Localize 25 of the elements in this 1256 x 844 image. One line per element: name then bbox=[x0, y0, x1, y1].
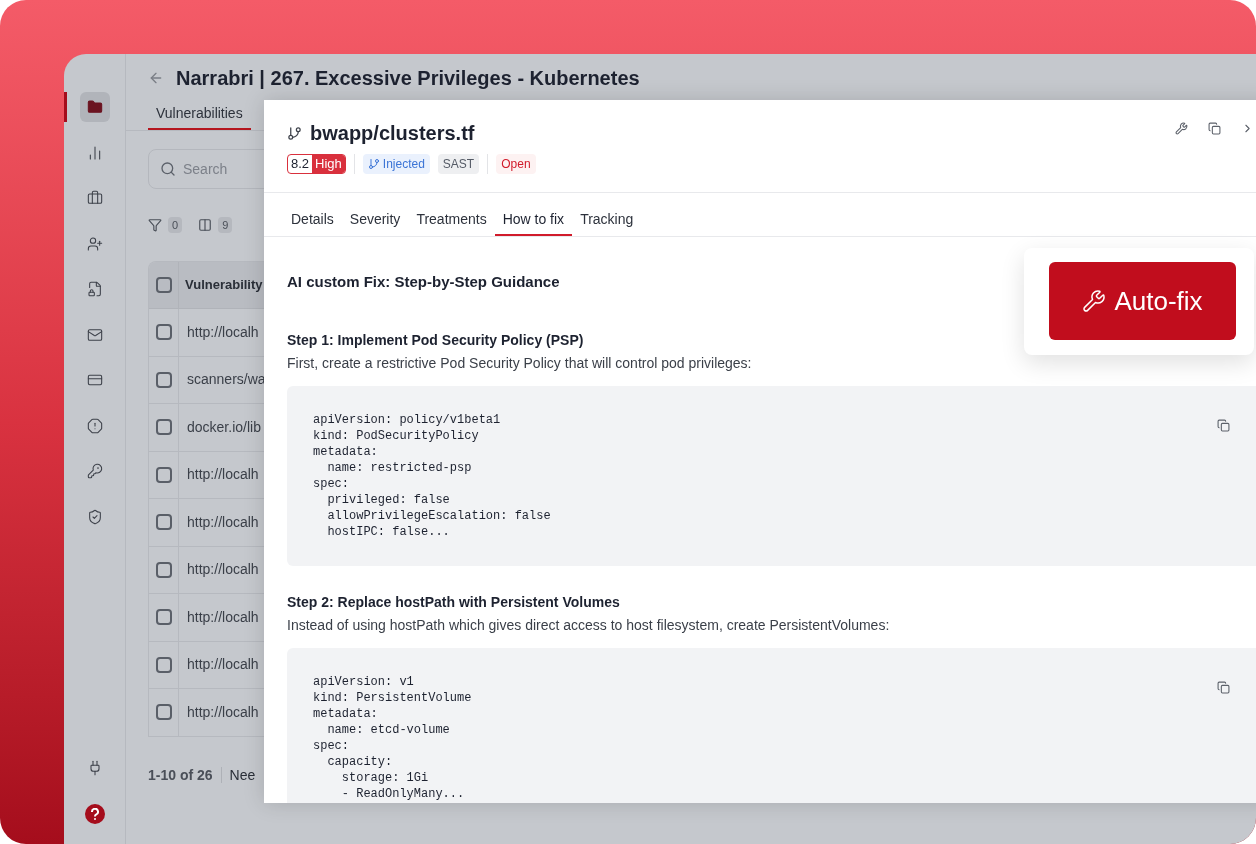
table-cell-text: scanners/wa bbox=[186, 370, 266, 390]
step-title: Step 2: Replace hostPath with Persistent Volumes bbox=[287, 592, 621, 612]
table-cell-text: http://localh bbox=[186, 702, 259, 722]
code-text: apiVersion: v1 kind: PersistentVolume metadata: name: etcd-volume spec: capacity: storage: 1Gi - ReadOnlyMany... bbox=[313, 673, 472, 802]
tag: SAST bbox=[437, 154, 480, 174]
table-cell-text: docker.io/lib bbox=[186, 417, 261, 437]
guide-heading: AI custom Fix: Step-by-Step Guidance bbox=[287, 272, 561, 292]
tag: Injected bbox=[362, 154, 430, 174]
severity-badge: 8.2 High bbox=[287, 154, 346, 174]
footer-text: Nee bbox=[229, 765, 256, 785]
page-title: Narrabri | 267. Excessive Privileges - Kubernetes bbox=[176, 66, 640, 91]
table-cell-text: http://localh bbox=[186, 322, 259, 342]
pagination-range: 1-10 of 26 bbox=[148, 765, 213, 785]
code-text: apiVersion: policy/v1beta1 kind: PodSecurityPolicy metadata: name: restricted-psp spec: privileged: false allowPrivilegeEscalation: false hostIPC: false... bbox=[313, 411, 551, 540]
drawer-title: bwapp/clusters.tf bbox=[310, 121, 475, 146]
table-cell-text: http://localh bbox=[186, 465, 259, 485]
step-description: First, create a restrictive Pod Security Policy that will control pod privileges: bbox=[287, 353, 753, 373]
table-cell-text: http://localh bbox=[186, 560, 259, 580]
table-cell-text: http://localh bbox=[186, 512, 259, 532]
table-cell-text: http://localh bbox=[186, 607, 259, 627]
table-cell-text: http://localh bbox=[186, 655, 259, 675]
column-header: Vulnerability bbox=[184, 276, 263, 295]
tag: Open bbox=[496, 154, 536, 174]
step-description: Instead of using hostPath which gives direct access to host filesystem, create PersistentVolumes: bbox=[287, 615, 891, 635]
step-title: Step 1: Implement Pod Security Policy (PSP) bbox=[287, 330, 585, 350]
